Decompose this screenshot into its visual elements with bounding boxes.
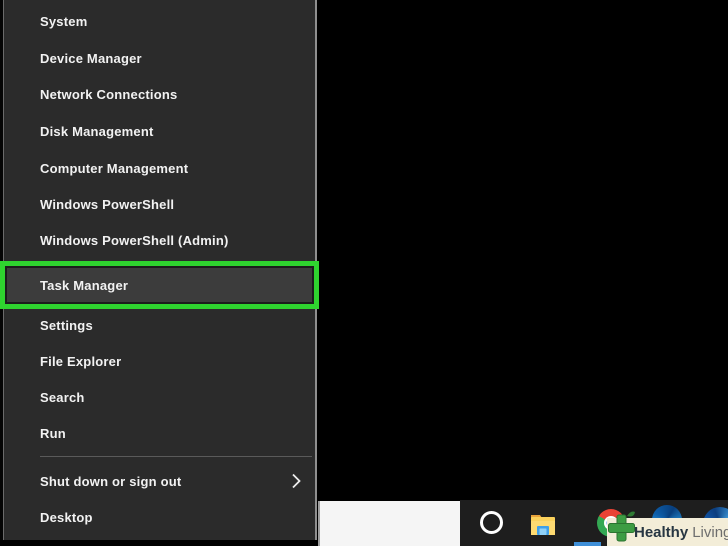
menu-item-task-manager[interactable]: Task Manager <box>5 266 314 304</box>
watermark-brand-bold: Healthy <box>634 523 689 541</box>
watermark-brand-light: Living <box>692 523 728 541</box>
menu-item-desktop[interactable]: Desktop <box>3 499 315 535</box>
menu-item-label: Network Connections <box>40 86 178 102</box>
menu-divider <box>40 456 312 457</box>
menu-item-settings[interactable]: Settings <box>3 307 315 343</box>
menu-item-shut-down-or-sign-out[interactable]: Shut down or sign out <box>3 463 315 499</box>
chevron-right-icon <box>292 473 301 489</box>
healthy-living-watermark: Healthy Living <box>607 511 728 546</box>
menu-item-network-connections[interactable]: Network Connections <box>3 76 315 112</box>
file-explorer-icon[interactable] <box>530 511 556 537</box>
menu-item-label: Run <box>40 425 66 441</box>
menu-item-computer-management[interactable]: Computer Management <box>3 150 315 186</box>
menu-item-label: Settings <box>40 317 93 333</box>
taskbar-search-input[interactable] <box>318 501 460 546</box>
menu-item-label: Device Manager <box>40 50 142 66</box>
menu-item-system[interactable]: System <box>3 3 315 39</box>
task-manager-highlight-box: Task Manager <box>0 261 319 309</box>
menu-item-label: File Explorer <box>40 353 122 369</box>
menu-item-label: System <box>40 13 88 29</box>
menu-item-label: Search <box>40 389 85 405</box>
menu-item-label: Task Manager <box>40 277 129 293</box>
medical-cross-leaf-icon <box>608 511 635 542</box>
cortana-icon[interactable] <box>480 511 503 534</box>
menu-item-label: Desktop <box>40 509 93 525</box>
menu-item-label: Disk Management <box>40 123 154 139</box>
menu-item-windows-powershell-admin[interactable]: Windows PowerShell (Admin) <box>3 222 315 258</box>
menu-item-windows-powershell[interactable]: Windows PowerShell <box>3 186 315 222</box>
menu-item-run[interactable]: Run <box>3 415 315 451</box>
menu-item-disk-management[interactable]: Disk Management <box>3 113 315 149</box>
menu-item-file-explorer[interactable]: File Explorer <box>3 343 315 379</box>
menu-item-search[interactable]: Search <box>3 379 315 415</box>
screenshot-root: { "menu": { "background": "#2b2b2b", "hi… <box>0 0 728 546</box>
menu-item-label: Computer Management <box>40 160 189 176</box>
menu-item-label: Windows PowerShell (Admin) <box>40 232 229 248</box>
menu-item-label: Shut down or sign out <box>40 473 182 489</box>
active-app-underline <box>574 542 601 546</box>
menu-item-device-manager[interactable]: Device Manager <box>3 40 315 76</box>
menu-item-label: Windows PowerShell <box>40 196 175 212</box>
